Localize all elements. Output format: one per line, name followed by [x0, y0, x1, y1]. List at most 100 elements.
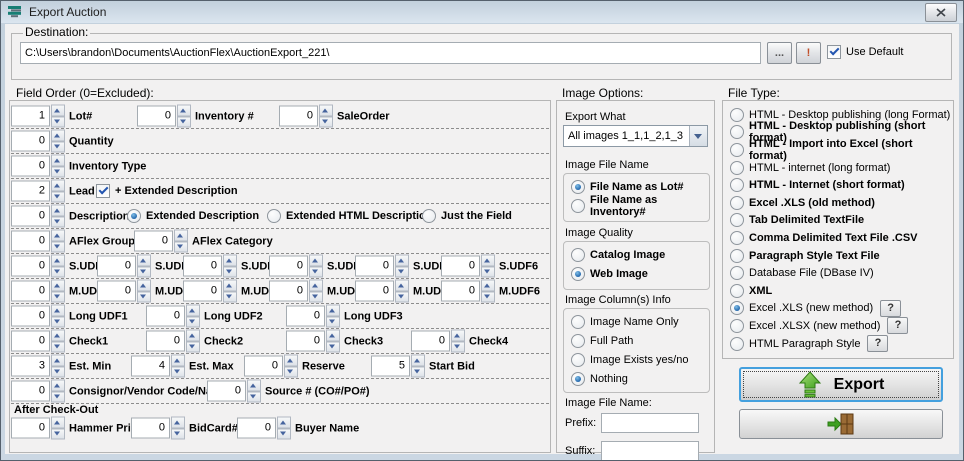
spinner-down-button[interactable]	[177, 116, 191, 128]
file-type-option-html-paragraph-style[interactable]: HTML Paragraph Style?	[723, 335, 953, 353]
spinner-down-button[interactable]	[186, 341, 200, 353]
spinner-down-button[interactable]	[223, 266, 237, 278]
spinner-down-button[interactable]	[51, 241, 65, 253]
spinner-down-button[interactable]	[326, 316, 340, 328]
spinner-value[interactable]: 0	[146, 331, 185, 352]
spinner-up-button[interactable]	[51, 105, 65, 117]
spinner-down-button[interactable]	[277, 428, 291, 440]
spinner-value[interactable]: 1	[11, 106, 50, 127]
spinner-value[interactable]: 0	[11, 381, 50, 402]
spinner-down-button[interactable]	[171, 366, 185, 378]
spinner-up-button[interactable]	[171, 417, 185, 429]
spinner-value[interactable]: 0	[11, 306, 50, 327]
spinner-value[interactable]: 0	[146, 306, 185, 327]
spinner-value[interactable]: 3	[11, 356, 50, 377]
spinner-value[interactable]: 4	[131, 356, 170, 377]
spinner-up-button[interactable]	[51, 417, 65, 429]
spinner-down-button[interactable]	[51, 141, 65, 153]
spinner-down-button[interactable]	[451, 341, 465, 353]
spinner-down-button[interactable]	[51, 316, 65, 328]
spinner-value[interactable]: 0	[134, 231, 173, 252]
spinner-value[interactable]: 0	[441, 256, 480, 277]
spinner-up-button[interactable]	[51, 330, 65, 342]
spinner-value[interactable]: 0	[97, 281, 136, 302]
spinner-value[interactable]: 0	[207, 381, 246, 402]
spinner-up-button[interactable]	[319, 105, 333, 117]
spinner-value[interactable]: 0	[97, 256, 136, 277]
spinner-value[interactable]: 0	[11, 281, 50, 302]
radio-option-extended-description[interactable]: Extended Description	[127, 209, 259, 223]
spinner-down-button[interactable]	[51, 428, 65, 440]
spinner-down-button[interactable]	[51, 191, 65, 203]
spinner-up-button[interactable]	[51, 205, 65, 217]
spinner-down-button[interactable]	[247, 391, 261, 403]
spinner-up-button[interactable]	[174, 230, 188, 242]
spinner-value[interactable]: 0	[11, 131, 50, 152]
spinner-down-button[interactable]	[319, 116, 333, 128]
spinner-up-button[interactable]	[51, 355, 65, 367]
spinner-value[interactable]: 0	[11, 156, 50, 177]
help-button[interactable]: ?	[880, 300, 901, 317]
spinner-value[interactable]: 0	[183, 256, 222, 277]
radio-option-nothing[interactable]: Nothing	[564, 369, 709, 388]
use-default-checkbox[interactable]: Use Default	[827, 45, 903, 59]
spinner-up-button[interactable]	[51, 130, 65, 142]
spinner-up-button[interactable]	[395, 280, 409, 292]
spinner-value[interactable]: 0	[11, 418, 50, 439]
close-button[interactable]	[925, 3, 957, 22]
spinner-up-button[interactable]	[177, 105, 191, 117]
spinner-down-button[interactable]	[186, 316, 200, 328]
file-type-option-comma-delimited-text-file-csv[interactable]: Comma Delimited Text File .CSV	[723, 229, 953, 247]
spinner-value[interactable]: 0	[269, 256, 308, 277]
spinner-value[interactable]: 2	[11, 181, 50, 202]
prefix-input[interactable]	[601, 413, 699, 433]
spinner-down-button[interactable]	[309, 291, 323, 303]
spinner-value[interactable]: 0	[441, 281, 480, 302]
radio-option-full-path[interactable]: Full Path	[564, 331, 709, 350]
checkbox-extended-description[interactable]: + Extended Description	[96, 184, 238, 198]
spinner-down-button[interactable]	[223, 291, 237, 303]
spinner-down-button[interactable]	[51, 266, 65, 278]
spinner-value[interactable]: 0	[286, 306, 325, 327]
spinner-down-button[interactable]	[171, 428, 185, 440]
spinner-value[interactable]: 0	[183, 281, 222, 302]
spinner-up-button[interactable]	[481, 255, 495, 267]
spinner-value[interactable]: 0	[11, 331, 50, 352]
spinner-value[interactable]: 0	[11, 256, 50, 277]
spinner-down-button[interactable]	[411, 366, 425, 378]
spinner-up-button[interactable]	[277, 417, 291, 429]
spinner-up-button[interactable]	[326, 305, 340, 317]
spinner-down-button[interactable]	[51, 116, 65, 128]
file-type-option-database-file-dbase-iv[interactable]: Database File (DBase IV)	[723, 264, 953, 282]
spinner-down-button[interactable]	[284, 366, 298, 378]
file-type-option-html-internet-short-format[interactable]: HTML - Internet (short format)	[723, 176, 953, 194]
file-type-option-xml[interactable]: XML	[723, 282, 953, 300]
export-button[interactable]: Export	[739, 367, 943, 402]
radio-option-extended-html-description[interactable]: Extended HTML Description	[267, 209, 432, 223]
file-type-option-excel-xlsx-new-method[interactable]: Excel .XLSX (new method)?	[723, 317, 953, 335]
spinner-value[interactable]: 0	[269, 281, 308, 302]
exclamation-button[interactable]: !	[796, 42, 821, 64]
file-type-option-excel-xls-old-method[interactable]: Excel .XLS (old method)	[723, 194, 953, 212]
exit-button[interactable]	[739, 409, 943, 439]
file-type-option-html-import-into-excel-short-format[interactable]: HTML - Import into Excel (short format)	[723, 141, 953, 159]
radio-option-web-image[interactable]: Web Image	[564, 264, 709, 283]
spinner-up-button[interactable]	[223, 255, 237, 267]
spinner-down-button[interactable]	[51, 216, 65, 228]
spinner-value[interactable]: 0	[11, 231, 50, 252]
chevron-down-icon[interactable]	[689, 126, 707, 146]
spinner-up-button[interactable]	[223, 280, 237, 292]
spinner-down-button[interactable]	[51, 366, 65, 378]
suffix-input[interactable]	[601, 441, 699, 461]
spinner-up-button[interactable]	[395, 255, 409, 267]
spinner-up-button[interactable]	[309, 255, 323, 267]
radio-option-file-name-as-inventory[interactable]: File Name as Inventory#	[564, 196, 709, 215]
spinner-value[interactable]: 0	[411, 331, 450, 352]
destination-path-input[interactable]	[20, 42, 761, 64]
spinner-value[interactable]: 0	[237, 418, 276, 439]
spinner-up-button[interactable]	[186, 305, 200, 317]
file-type-option-paragraph-style-text-file[interactable]: Paragraph Style Text File	[723, 247, 953, 265]
file-type-option-tab-delimited-textfile[interactable]: Tab Delimited TextFile	[723, 212, 953, 230]
browse-button[interactable]: ...	[767, 42, 792, 64]
spinner-down-button[interactable]	[174, 241, 188, 253]
